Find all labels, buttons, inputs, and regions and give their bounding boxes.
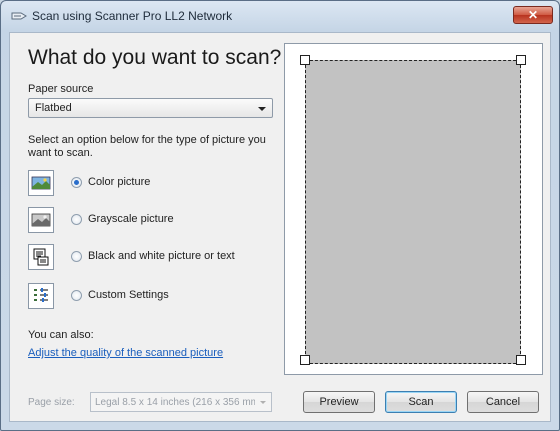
crop-handle-top-left[interactable] (300, 55, 310, 65)
dialog-client-area: What do you want to scan? Paper source F… (9, 32, 551, 422)
custom-settings-radio[interactable] (71, 290, 82, 301)
bw-picture-icon[interactable] (28, 244, 54, 270)
color-picture-radio[interactable] (71, 177, 82, 188)
bw-picture-label[interactable]: Black and white picture or text (88, 250, 235, 262)
you-can-also-label: You can also: (28, 329, 94, 341)
scan-type-description: Select an option below for the type of p… (28, 134, 266, 159)
page-size-label: Page size: (28, 397, 75, 408)
crop-handle-top-right[interactable] (516, 55, 526, 65)
crop-handle-bottom-left[interactable] (300, 355, 310, 365)
color-picture-label[interactable]: Color picture (88, 176, 150, 188)
paper-source-label: Paper source (28, 83, 94, 95)
page-title: What do you want to scan? (28, 46, 282, 69)
cancel-button[interactable]: Cancel (467, 391, 539, 413)
scanner-icon (11, 12, 27, 20)
grayscale-picture-radio[interactable] (71, 214, 82, 225)
close-icon: ✕ (527, 8, 539, 22)
preview-button[interactable]: Preview (303, 391, 375, 413)
scan-region[interactable] (305, 60, 521, 364)
title-bar[interactable]: Scan using Scanner Pro LL2 Network ✕ (1, 1, 559, 31)
scan-dialog-window: Scan using Scanner Pro LL2 Network ✕ Wha… (0, 0, 560, 431)
chevron-down-icon (258, 107, 266, 111)
close-button[interactable]: ✕ (513, 6, 553, 24)
window-title: Scan using Scanner Pro LL2 Network (32, 9, 233, 23)
grayscale-picture-label[interactable]: Grayscale picture (88, 213, 174, 225)
custom-settings-label[interactable]: Custom Settings (88, 289, 169, 301)
crop-handle-bottom-right[interactable] (516, 355, 526, 365)
page-size-value: Legal 8.5 x 14 inches (216 x 356 mm) (95, 397, 255, 408)
bw-picture-radio[interactable] (71, 251, 82, 262)
chevron-down-icon (260, 401, 266, 404)
paper-source-value: Flatbed (35, 102, 72, 114)
grayscale-picture-icon[interactable] (28, 207, 54, 233)
scan-button[interactable]: Scan (385, 391, 457, 413)
adjust-quality-link[interactable]: Adjust the quality of the scanned pictur… (28, 347, 223, 359)
paper-source-dropdown[interactable]: Flatbed (28, 98, 273, 118)
color-picture-icon[interactable] (28, 170, 54, 196)
scan-preview-pane (284, 43, 543, 375)
custom-settings-icon[interactable] (28, 283, 54, 309)
page-size-dropdown: Legal 8.5 x 14 inches (216 x 356 mm) (90, 392, 272, 412)
